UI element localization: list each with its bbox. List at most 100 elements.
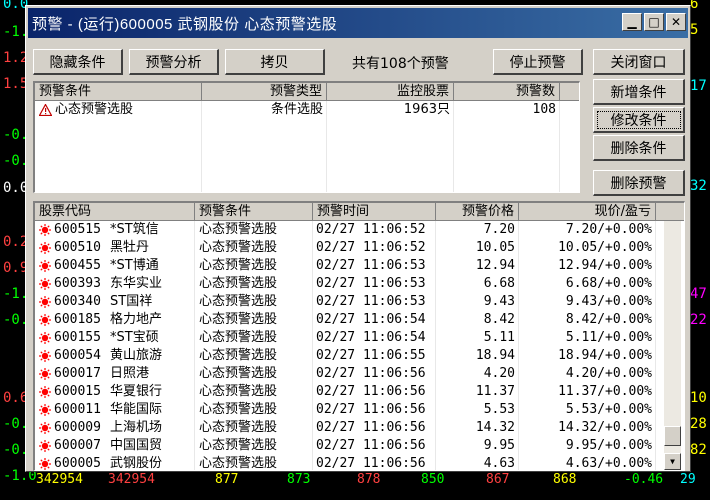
alert-row[interactable]: 600455 *ST博通 心态预警选股 02/27 11:06:53 12.94 12.9… bbox=[35, 257, 664, 275]
alarm-icon bbox=[39, 368, 51, 380]
stock-name: *ST博通 bbox=[110, 258, 159, 273]
alert-condition: 心态预警选股 bbox=[199, 312, 278, 327]
alert-time: 02/27 11:06:56 bbox=[316, 402, 426, 417]
background-value: 873 bbox=[287, 472, 311, 487]
maximize-icon: □ bbox=[648, 15, 660, 29]
alert-time: 02/27 11:06:56 bbox=[316, 420, 426, 435]
grid-line bbox=[326, 101, 327, 192]
column-header-filler bbox=[656, 203, 684, 221]
minimize-button[interactable]: ▁ bbox=[622, 13, 642, 31]
alerts-scrollbar[interactable]: ▼ bbox=[664, 221, 681, 470]
alert-row[interactable]: 600510 黑牡丹 心态预警选股 02/27 11:06:52 10.05 10.05/… bbox=[35, 239, 664, 257]
alert-condition: 心态预警选股 bbox=[199, 348, 278, 363]
column-header-type[interactable]: 预警类型 bbox=[202, 83, 327, 101]
alert-row[interactable]: 600155 *ST宝硕 心态预警选股 02/27 11:06:54 5.11 5.11/… bbox=[35, 329, 664, 347]
alert-row[interactable]: 600015 华夏银行 心态预警选股 02/27 11:06:56 11.37 11.37… bbox=[35, 383, 664, 401]
alert-price: 9.95 bbox=[483, 438, 515, 453]
condition-row[interactable]: 心态预警选股 条件选股 1963只 108 bbox=[35, 101, 560, 119]
alert-row[interactable]: 600005 武钢股份 心态预警选股 02/27 11:06:56 4.63 4.63/+… bbox=[35, 455, 664, 471]
alert-row[interactable]: 600515 *ST筑信 心态预警选股 02/27 11:06:52 7.20 7.20/… bbox=[35, 221, 664, 239]
column-header-condition[interactable]: 预警条件 bbox=[35, 83, 202, 101]
alert-price: 5.11 bbox=[483, 330, 515, 345]
arrow-down-icon: ▼ bbox=[670, 457, 675, 466]
add-condition-button[interactable]: 新增条件 bbox=[593, 79, 685, 105]
warning-triangle-icon bbox=[38, 103, 53, 117]
stock-code: 600007 bbox=[54, 438, 101, 453]
alerts-table: 股票代码 预警条件 预警时间 预警价格 现价/盈亏 600515 *ST筑信 心态预… bbox=[33, 201, 685, 471]
alert-condition: 心态预警选股 bbox=[199, 294, 278, 309]
alert-row[interactable]: 600007 中国国贸 心态预警选股 02/27 11:06:56 9.95 9.95/+… bbox=[35, 437, 664, 455]
current-price-pl: 9.43/+0.00% bbox=[565, 294, 652, 309]
alarm-icon bbox=[39, 332, 51, 344]
delete-alert-button[interactable]: 删除预警 bbox=[593, 170, 685, 196]
condition-stocks: 1963只 bbox=[403, 102, 450, 117]
column-header-price[interactable]: 预警价格 bbox=[436, 203, 519, 221]
alert-row[interactable]: 600011 华能国际 心态预警选股 02/27 11:06:56 5.53 5.53/+… bbox=[35, 401, 664, 419]
condition-count: 108 bbox=[532, 102, 556, 117]
modify-condition-button[interactable]: 修改条件 bbox=[593, 107, 685, 133]
stock-code: 600155 bbox=[54, 330, 101, 345]
alert-time: 02/27 11:06:53 bbox=[316, 258, 426, 273]
background-value: 5 bbox=[690, 22, 699, 38]
alarm-icon bbox=[39, 314, 51, 326]
alert-row[interactable]: 600340 ST国祥 心态预警选股 02/27 11:06:53 9.43 9.43/+… bbox=[35, 293, 664, 311]
alert-row[interactable]: 600393 东华实业 心态预警选股 02/27 11:06:53 6.68 6.68/+… bbox=[35, 275, 664, 293]
stock-code: 600009 bbox=[54, 420, 101, 435]
column-header-alert-condition[interactable]: 预警条件 bbox=[195, 203, 313, 221]
column-header-time[interactable]: 预警时间 bbox=[313, 203, 436, 221]
grid-line bbox=[201, 101, 202, 192]
stock-name: 中国国贸 bbox=[110, 438, 163, 453]
background-value: 342954 bbox=[108, 472, 155, 487]
alert-time: 02/27 11:06:53 bbox=[316, 294, 426, 309]
close-window-button[interactable]: 关闭窗口 bbox=[593, 49, 685, 75]
current-price-pl: 9.95/+0.00% bbox=[565, 438, 652, 453]
alert-price: 14.32 bbox=[475, 420, 515, 435]
alert-time: 02/27 11:06:54 bbox=[316, 330, 426, 345]
column-header-stocks[interactable]: 监控股票 bbox=[327, 83, 454, 101]
alert-time: 02/27 11:06:54 bbox=[316, 312, 426, 327]
stock-code: 600455 bbox=[54, 258, 101, 273]
column-header-current[interactable]: 现价/盈亏 bbox=[519, 203, 656, 221]
alert-condition: 心态预警选股 bbox=[199, 258, 278, 273]
stock-code: 600054 bbox=[54, 348, 101, 363]
alarm-icon bbox=[39, 260, 51, 272]
alert-condition: 心态预警选股 bbox=[199, 330, 278, 345]
background-bottom-row: 342954 342954 877 873 878 850 867 868 -0.46 29 bbox=[0, 472, 710, 487]
stock-name: ST国祥 bbox=[110, 294, 153, 309]
column-header-code[interactable]: 股票代码 bbox=[35, 203, 195, 221]
alert-time: 02/27 11:06:53 bbox=[316, 276, 426, 291]
alert-row[interactable]: 600054 黄山旅游 心态预警选股 02/27 11:06:55 18.94 18.94… bbox=[35, 347, 664, 365]
alert-time: 02/27 11:06:56 bbox=[316, 456, 426, 471]
column-header-count[interactable]: 预警数 bbox=[454, 83, 560, 101]
background-right-column: 6 5 17 32 47 22 10 28 82 bbox=[690, 0, 710, 500]
stock-code: 600515 bbox=[54, 222, 101, 237]
alert-condition: 心态预警选股 bbox=[199, 420, 278, 435]
title-bar[interactable]: 预警 - (运行)600005 武钢股份 心态预警选股 ▁ □ ✕ bbox=[28, 8, 688, 38]
stock-code: 600005 bbox=[54, 456, 101, 471]
alert-row[interactable]: 600185 格力地产 心态预警选股 02/27 11:06:54 8.42 8.42/+… bbox=[35, 311, 664, 329]
background-value: 877 bbox=[215, 472, 239, 487]
alert-analysis-button[interactable]: 预警分析 bbox=[129, 49, 219, 75]
close-button[interactable]: ✕ bbox=[666, 13, 686, 31]
scrollbar-thumb[interactable] bbox=[664, 426, 681, 446]
current-price-pl: 10.05/+0.00% bbox=[558, 240, 652, 255]
current-price-pl: 8.42/+0.00% bbox=[565, 312, 652, 327]
maximize-button[interactable]: □ bbox=[644, 13, 664, 31]
alert-price: 11.37 bbox=[475, 384, 515, 399]
alert-price: 7.20 bbox=[483, 222, 515, 237]
alert-price: 10.05 bbox=[475, 240, 515, 255]
alert-row[interactable]: 600017 日照港 心态预警选股 02/27 11:06:56 4.20 4.20/+0… bbox=[35, 365, 664, 383]
minimize-icon: ▁ bbox=[627, 15, 637, 29]
alert-price: 8.42 bbox=[483, 312, 515, 327]
stop-alert-button[interactable]: 停止预警 bbox=[493, 49, 583, 75]
scroll-down-button[interactable]: ▼ bbox=[664, 453, 681, 470]
background-value: 10 bbox=[690, 390, 707, 406]
current-price-pl: 12.94/+0.00% bbox=[558, 258, 652, 273]
background-value: 867 bbox=[486, 472, 510, 487]
background-bottom-rows: 342954 342954 877 873 878 850 867 868 -0.46 29 bbox=[0, 472, 710, 500]
hide-conditions-button[interactable]: 隐藏条件 bbox=[33, 49, 123, 75]
delete-condition-button[interactable]: 删除条件 bbox=[593, 135, 685, 161]
alert-row[interactable]: 600009 上海机场 心态预警选股 02/27 11:06:56 14.32 14.32… bbox=[35, 419, 664, 437]
copy-button[interactable]: 拷贝 bbox=[225, 49, 325, 75]
alert-time: 02/27 11:06:52 bbox=[316, 222, 426, 237]
